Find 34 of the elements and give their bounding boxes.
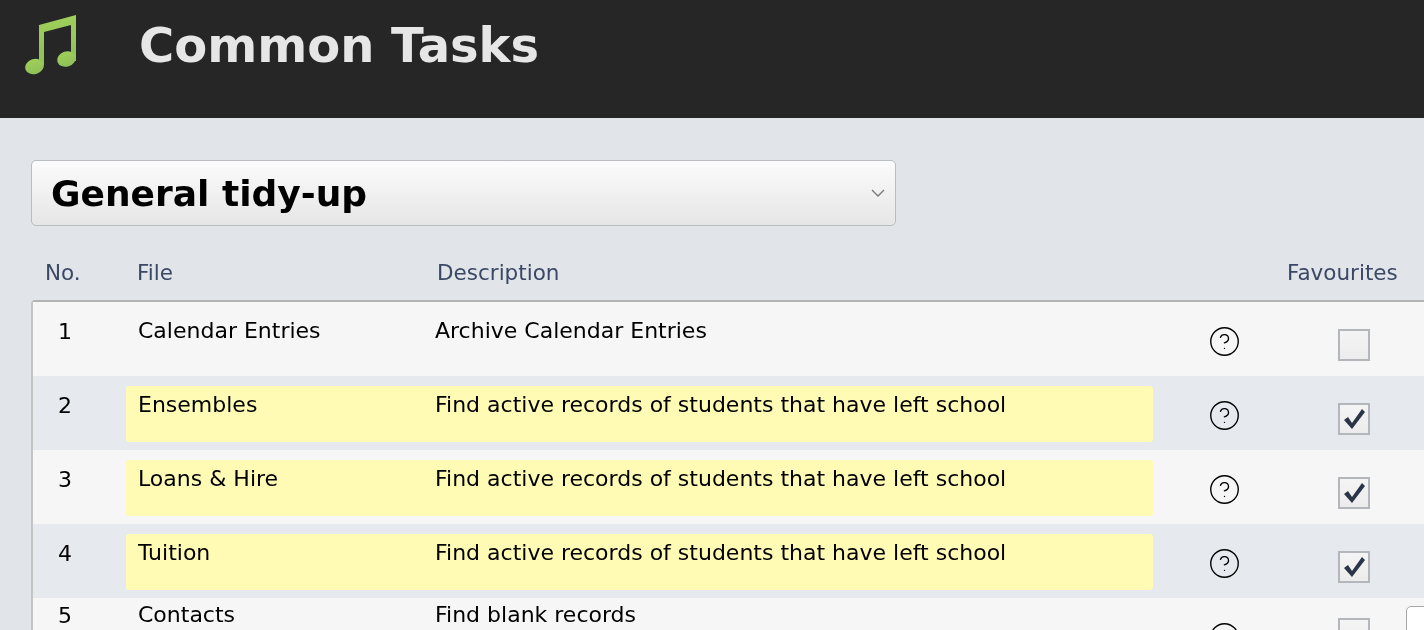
file-name: Loans & Hire xyxy=(138,466,280,491)
task-description: Find active records of students that have left school xyxy=(435,392,1008,417)
checkmark-icon xyxy=(1342,482,1366,504)
column-header: Description xyxy=(437,260,561,286)
column-header: Favourites xyxy=(1287,260,1399,286)
favourite-checkbox[interactable] xyxy=(1338,329,1370,361)
favourite-checkbox[interactable] xyxy=(1338,403,1370,435)
help-icon[interactable] xyxy=(1208,325,1241,358)
column-header: No. xyxy=(44,260,82,286)
column-header: File xyxy=(137,260,174,286)
page-title: Common Tasks xyxy=(139,16,540,75)
help-icon[interactable] xyxy=(1208,547,1241,580)
row-number: 3 xyxy=(58,466,73,492)
task-description: Archive Calendar Entries xyxy=(435,318,708,343)
help-icon[interactable] xyxy=(1208,399,1241,432)
file-name: Calendar Entries xyxy=(138,318,322,343)
row-number: 5 xyxy=(58,602,73,628)
help-icon[interactable] xyxy=(1208,473,1241,506)
favourite-checkbox[interactable] xyxy=(1338,477,1370,509)
task-description: Find blank records xyxy=(435,602,638,627)
task-description: Find active records of students that have left school xyxy=(435,540,1008,565)
row-number: 4 xyxy=(58,540,73,566)
row-number: 2 xyxy=(58,392,73,418)
row-number: 1 xyxy=(58,318,73,344)
category-select[interactable]: General tidy-up xyxy=(31,160,896,226)
file-name: Ensembles xyxy=(138,392,259,417)
checkmark-icon xyxy=(1342,556,1366,578)
file-name: Tuition xyxy=(138,540,212,565)
music-note-icon xyxy=(25,15,78,75)
favourite-checkbox[interactable] xyxy=(1338,551,1370,583)
chevron-down-icon xyxy=(871,189,885,197)
checkmark-icon xyxy=(1342,408,1366,430)
file-name: Contacts xyxy=(138,602,237,627)
task-description: Find active records of students that have left school xyxy=(435,466,1008,491)
